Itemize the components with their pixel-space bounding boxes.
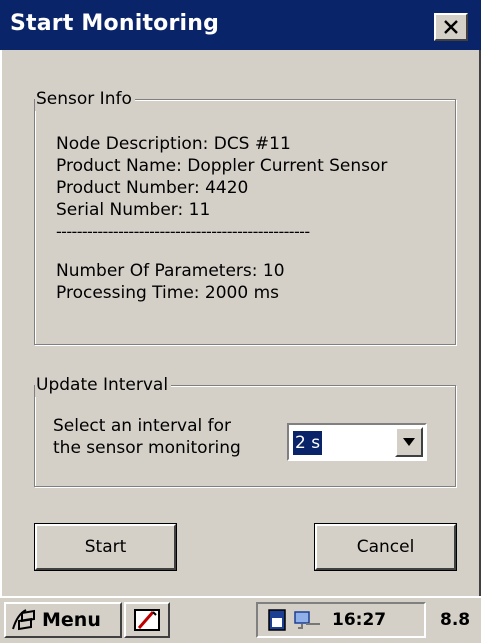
serial-number-text: Serial Number: 11 xyxy=(56,200,211,220)
sensor-info-group: Sensor Info Node Description: DCS #11 Pr… xyxy=(34,87,456,345)
close-icon xyxy=(444,20,458,34)
separator-line: ----------------------------------------… xyxy=(56,222,310,241)
close-button[interactable] xyxy=(434,13,468,41)
network-icon[interactable] xyxy=(292,608,322,632)
cancel-button[interactable]: Cancel xyxy=(314,523,457,571)
clock[interactable]: 16:27 xyxy=(332,610,386,630)
sensor-info-label: Sensor Info xyxy=(35,87,135,111)
interval-prompt-line1: Select an interval for xyxy=(53,416,232,436)
num-parameters-text: Number Of Parameters: 10 xyxy=(56,261,285,281)
input-panel-icon xyxy=(134,609,160,631)
node-description-text: Node Description: DCS #11 xyxy=(56,134,291,154)
windows-flag-icon xyxy=(12,609,35,631)
version-text: 8.8 xyxy=(440,610,471,630)
product-number-text: Product Number: 4420 xyxy=(56,178,249,198)
interval-prompt-line2: the sensor monitoring xyxy=(53,438,241,458)
taskbar: Menu 16:27 8.8 xyxy=(0,596,481,643)
start-button-label: Start xyxy=(84,537,127,557)
processing-time-text: Processing Time: 2000 ms xyxy=(56,283,280,303)
input-panel-button[interactable] xyxy=(124,602,170,638)
cancel-button-label: Cancel xyxy=(356,537,415,557)
system-tray: 16:27 xyxy=(256,602,426,638)
storage-card-icon[interactable] xyxy=(266,608,288,632)
interval-select[interactable]: 2 s xyxy=(287,423,427,461)
start-button[interactable]: Start xyxy=(34,523,177,571)
interval-dropdown-button[interactable] xyxy=(395,427,423,457)
start-menu-button[interactable]: Menu xyxy=(4,602,122,638)
update-interval-label: Update Interval xyxy=(35,373,172,397)
title-bar: Start Monitoring xyxy=(0,0,481,50)
product-name-text: Product Name: Doppler Current Sensor xyxy=(56,156,388,176)
dropdown-arrow-icon xyxy=(403,438,415,446)
window-title: Start Monitoring xyxy=(10,11,220,36)
menu-label: Menu xyxy=(42,609,101,631)
interval-selected-value: 2 s xyxy=(293,431,323,455)
